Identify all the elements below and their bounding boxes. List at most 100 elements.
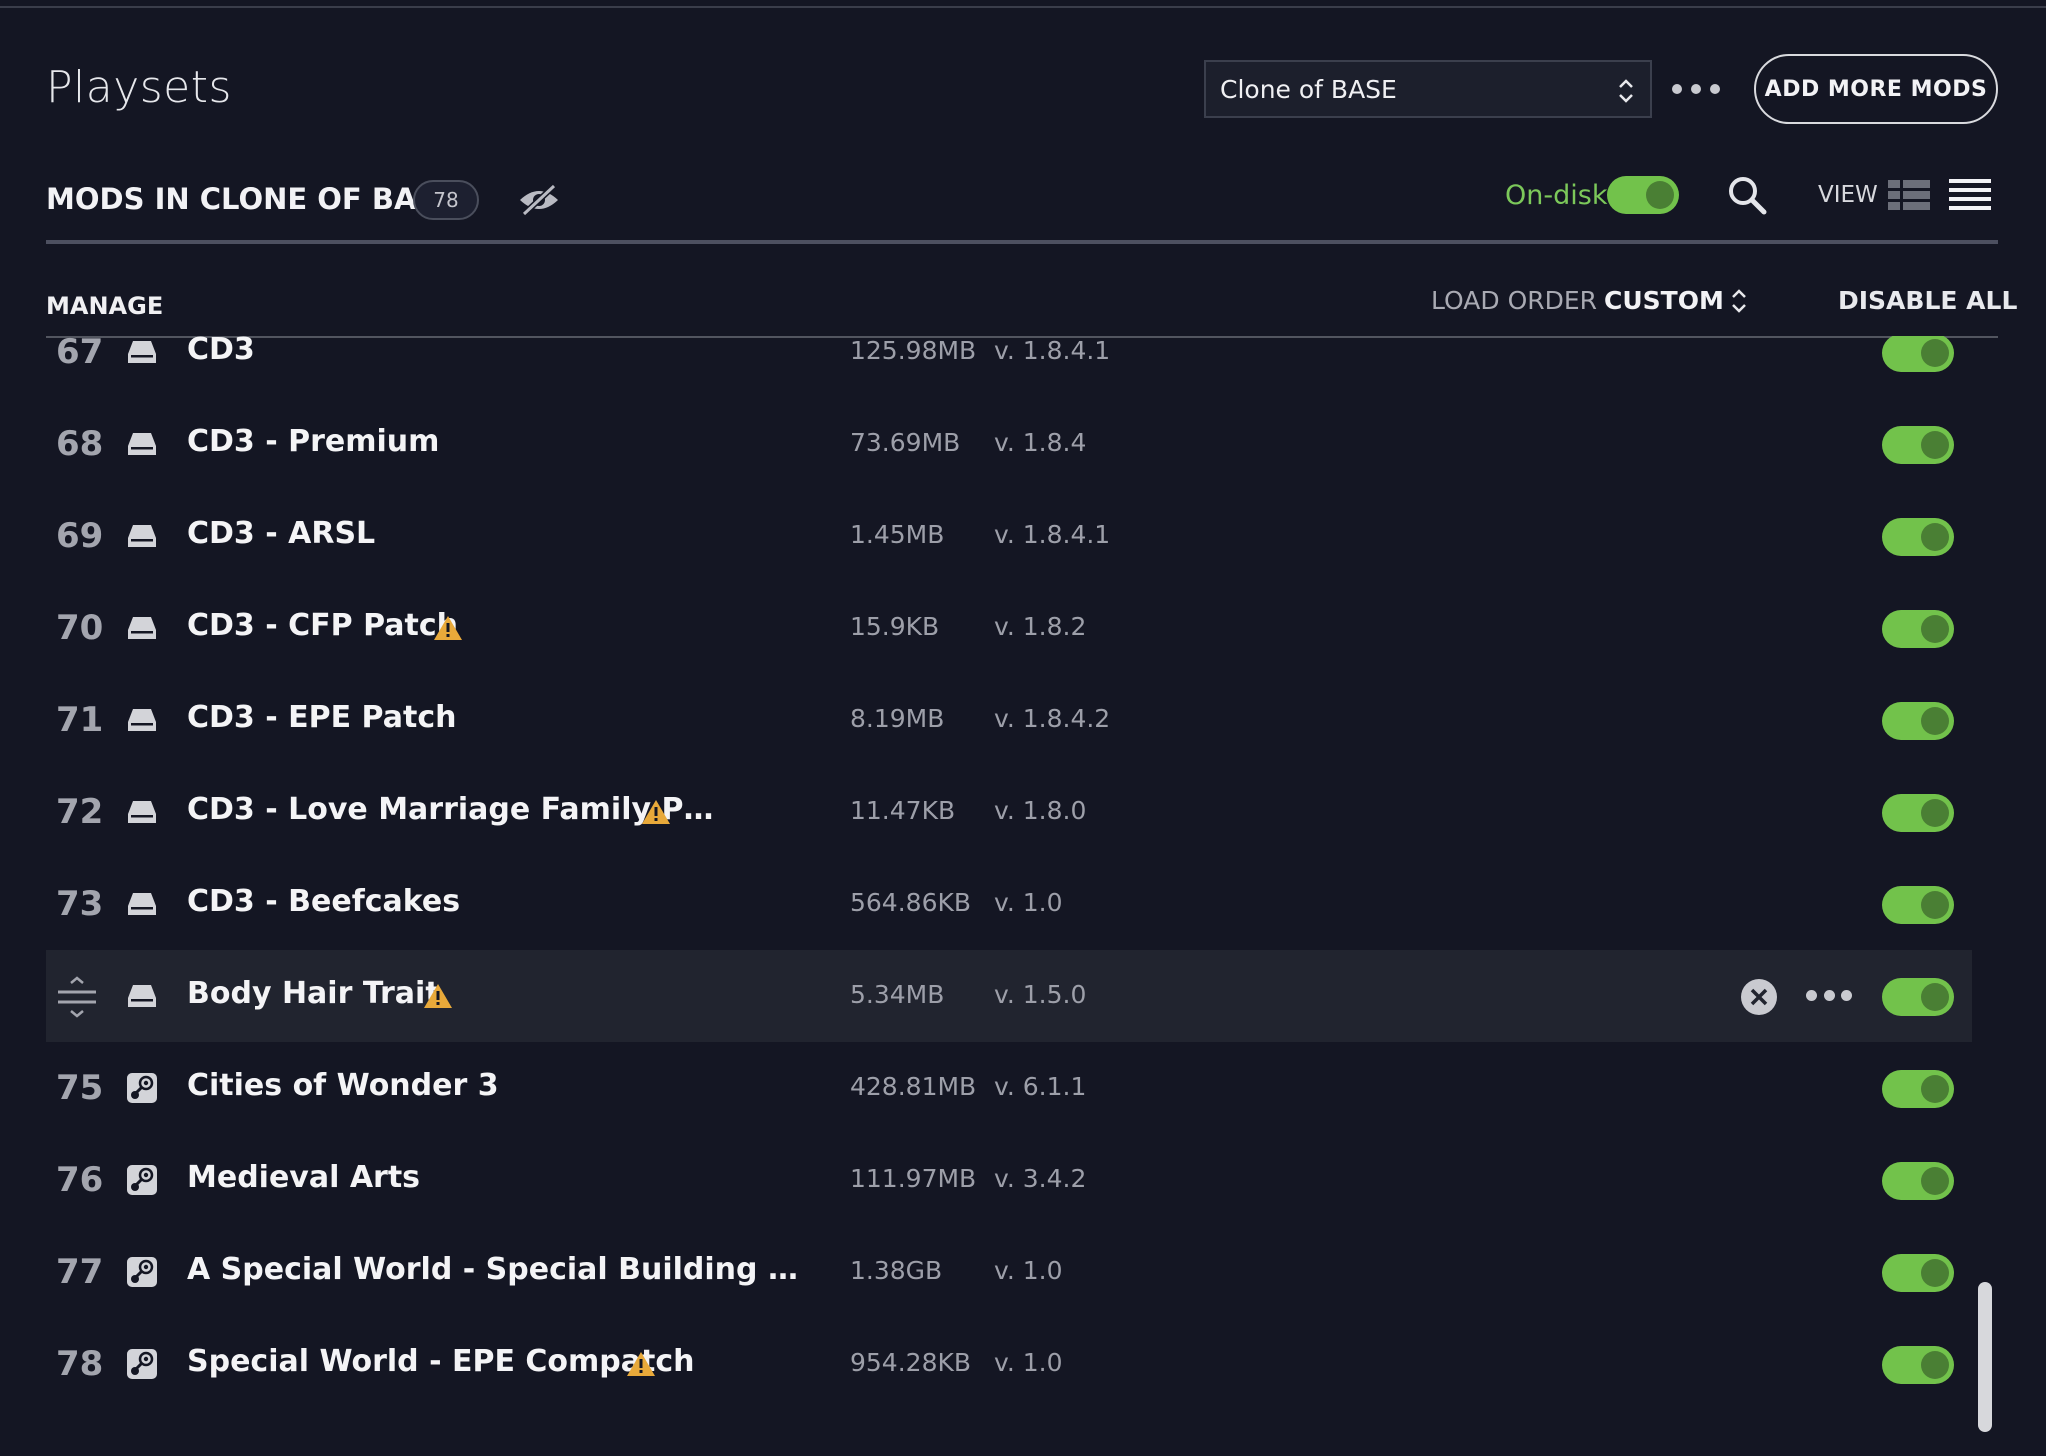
section-divider	[46, 240, 1998, 244]
toggle-knob	[1921, 707, 1949, 735]
warning-icon[interactable]	[423, 982, 453, 1010]
steam-icon	[127, 1073, 157, 1103]
playset-select[interactable]: Clone of BASE	[1204, 60, 1652, 118]
mod-order-number: 70	[56, 608, 104, 648]
warning-icon[interactable]	[641, 798, 671, 826]
mod-name: CD3 - ARSL	[187, 516, 376, 551]
mod-version: v. 1.5.0	[994, 980, 1087, 1009]
more-dot	[1823, 990, 1835, 1001]
mod-enabled-toggle[interactable]	[1882, 1070, 1954, 1108]
mod-name: Special World - EPE Compatch	[187, 1344, 695, 1379]
steam-icon	[127, 1165, 157, 1195]
mod-name: CD3 - Beefcakes	[187, 884, 461, 919]
toggle-knob	[1921, 339, 1949, 367]
mod-enabled-toggle[interactable]	[1882, 794, 1954, 832]
mod-order-number: 73	[56, 884, 104, 924]
ondisk-label: On-disk	[1505, 180, 1608, 211]
drag-handle-icon[interactable]	[56, 976, 98, 1018]
mod-size: 954.28KB	[850, 1348, 972, 1377]
mod-row[interactable]: 78 Special World - EPE Compatch 954.28KB v.…	[46, 1318, 1972, 1410]
mod-enabled-toggle[interactable]	[1882, 518, 1954, 556]
search-icon[interactable]	[1726, 174, 1768, 216]
mod-size: 11.47KB	[850, 796, 956, 825]
mod-row[interactable]: 70 CD3 - CFP Patch 15.9KB v. 1.8.2	[46, 582, 1972, 674]
mod-enabled-toggle[interactable]	[1882, 426, 1954, 464]
mod-name: CD3 - Premium	[187, 424, 440, 459]
playset-select-value: Clone of BASE	[1220, 74, 1397, 104]
disk-icon	[128, 893, 156, 915]
mod-row[interactable]: 68 CD3 - Premium 73.69MB v. 1.8.4	[46, 398, 1972, 490]
page-title: Playsets	[46, 62, 232, 113]
mod-row[interactable]: 75 Cities of Wonder 3 428.81MB v. 6.1.1	[46, 1042, 1972, 1134]
mod-enabled-toggle[interactable]	[1882, 978, 1954, 1016]
mod-version: v. 1.8.4.1	[994, 520, 1111, 549]
toggle-knob	[1921, 1075, 1949, 1103]
toggle-knob	[1921, 1167, 1949, 1195]
mod-row[interactable]: 67 CD3 125.98MB v. 1.8.4.1	[46, 336, 1972, 398]
toggle-knob	[1921, 1259, 1949, 1287]
remove-mod-icon[interactable]	[1740, 978, 1778, 1016]
mod-enabled-toggle[interactable]	[1882, 886, 1954, 924]
mod-size: 1.38GB	[850, 1256, 943, 1285]
mod-enabled-toggle[interactable]	[1882, 1162, 1954, 1200]
more-dot	[1672, 84, 1682, 94]
toggle-knob	[1921, 799, 1949, 827]
mod-size: 8.19MB	[850, 704, 945, 733]
steam-icon	[127, 1257, 157, 1287]
mod-size: 73.69MB	[850, 428, 961, 457]
disk-icon	[128, 341, 156, 363]
mod-size: 428.81MB	[850, 1072, 977, 1101]
mod-row[interactable]: Body Hair Trait 5.34MB v. 1.5.0	[46, 950, 1972, 1042]
view-label: VIEW	[1818, 182, 1878, 208]
more-dot	[1841, 990, 1852, 1001]
mod-version: v. 1.0	[994, 888, 1063, 917]
mod-name: CD3	[187, 336, 255, 367]
disk-icon	[128, 617, 156, 639]
mod-row[interactable]: 77 A Special World - Special Building … 1.…	[46, 1226, 1972, 1318]
mod-name: CD3 - Love Marriage Family P…	[187, 792, 714, 827]
mod-row[interactable]: 76 Medieval Arts 111.97MB v. 3.4.2	[46, 1134, 1972, 1226]
mod-enabled-toggle[interactable]	[1882, 610, 1954, 648]
toggle-knob	[1921, 1351, 1949, 1379]
mod-enabled-toggle[interactable]	[1882, 1346, 1954, 1384]
up-down-chevron-icon[interactable]	[1729, 287, 1749, 315]
mod-list: 67 CD3 125.98MB v. 1.8.4.1 68 CD3 - Premium 73…	[46, 336, 1998, 1456]
mod-enabled-toggle[interactable]	[1882, 1254, 1954, 1292]
warning-icon[interactable]	[433, 614, 463, 642]
mod-enabled-toggle[interactable]	[1882, 702, 1954, 740]
mod-version: v. 1.8.4.2	[994, 704, 1111, 733]
mod-enabled-toggle[interactable]	[1882, 336, 1954, 372]
toggle-knob	[1921, 615, 1949, 643]
top-border	[0, 6, 2046, 8]
mod-version: v. 1.0	[994, 1348, 1063, 1377]
mod-row[interactable]: 73 CD3 - Beefcakes 564.86KB v. 1.0	[46, 858, 1972, 950]
list-view-icon[interactable]	[1949, 178, 1991, 210]
add-more-mods-button[interactable]: ADD MORE MODS	[1754, 54, 1998, 124]
scrollbar-thumb[interactable]	[1978, 1282, 1992, 1432]
mod-row[interactable]: 71 CD3 - EPE Patch 8.19MB v. 1.8.4.2	[46, 674, 1972, 766]
eye-slash-icon[interactable]	[516, 178, 562, 218]
mod-more-button[interactable]	[1806, 990, 1852, 1004]
mod-size: 5.34MB	[850, 980, 945, 1009]
playset-more-button[interactable]	[1672, 74, 1720, 104]
toggle-knob	[1921, 431, 1949, 459]
manage-label[interactable]: MANAGE	[46, 292, 163, 320]
mod-name: Cities of Wonder 3	[187, 1068, 499, 1103]
disk-icon	[128, 985, 156, 1007]
mod-size: 564.86KB	[850, 888, 972, 917]
load-order-select[interactable]: CUSTOM	[1604, 286, 1724, 315]
mod-order-number: 67	[56, 336, 104, 372]
mod-version: v. 6.1.1	[994, 1072, 1087, 1101]
mod-row[interactable]: 69 CD3 - ARSL 1.45MB v. 1.8.4.1	[46, 490, 1972, 582]
toggle-knob	[1921, 983, 1949, 1011]
mod-order-number: 69	[56, 516, 104, 556]
grid-view-icon[interactable]	[1888, 180, 1930, 210]
disk-icon	[128, 433, 156, 455]
mod-name: Medieval Arts	[187, 1160, 421, 1195]
warning-icon[interactable]	[626, 1350, 656, 1378]
mod-version: v. 1.8.0	[994, 796, 1087, 825]
ondisk-toggle[interactable]	[1607, 176, 1679, 214]
more-dot	[1710, 84, 1720, 94]
disable-all-button[interactable]: DISABLE ALL	[1838, 286, 2017, 315]
mod-row[interactable]: 72 CD3 - Love Marriage Family P… 11.47KB v.…	[46, 766, 1972, 858]
